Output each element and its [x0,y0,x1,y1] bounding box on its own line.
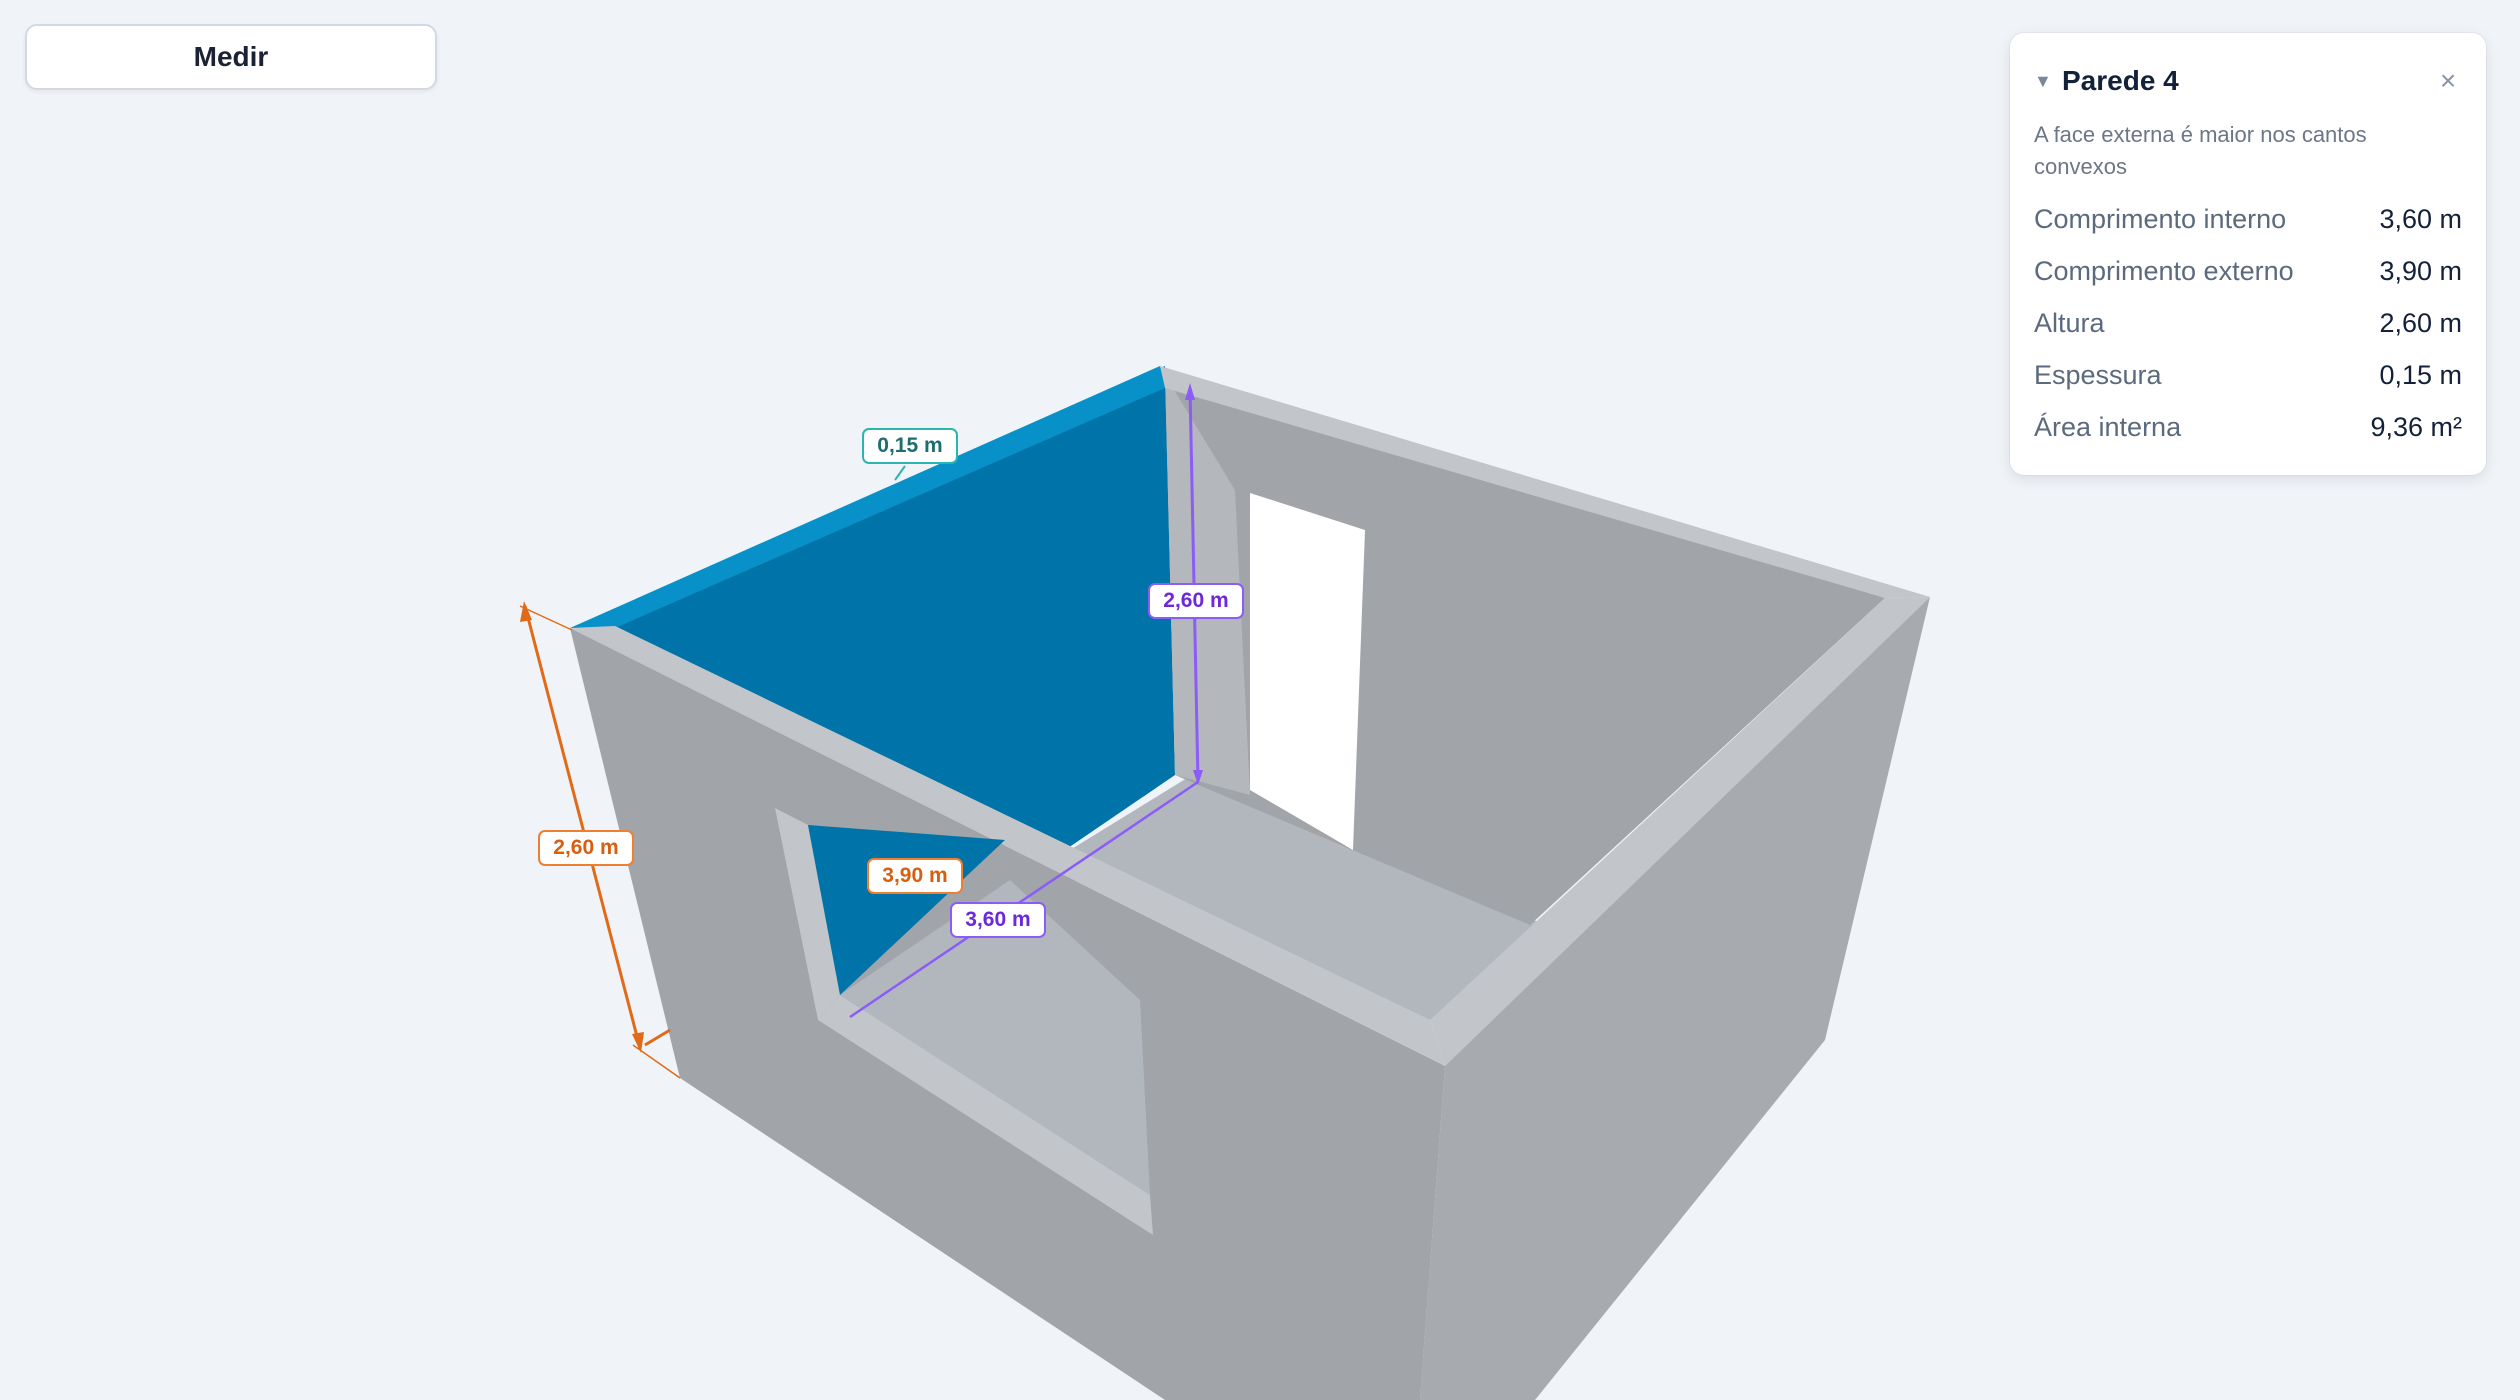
panel-header: ▼ Parede 4 × [2034,61,2462,101]
door-opening [1250,493,1365,850]
property-label: Comprimento externo [2034,255,2294,286]
property-label: Área interna [2034,411,2182,442]
panel-note: A face externa é maior nos cantos convex… [2034,122,2367,179]
thickness-dimension-leader [894,465,906,481]
outer-length-dimension-tick [644,1028,671,1047]
property-label: Comprimento interno [2034,203,2287,234]
property-value: 2,60 m [2379,307,2462,338]
property-value: 9,36 m² [2370,411,2462,442]
inner-height-dimension-label[interactable]: 2,60 m [1148,583,1244,619]
property-label: Espessura [2034,359,2162,390]
outer-height-arrow-bottom [632,1032,644,1053]
thickness-dimension-label[interactable]: 0,15 m [862,428,958,464]
property-value: 0,15 m [2379,359,2462,390]
outer-length-dimension-label[interactable]: 3,90 m [867,858,963,894]
wall-info-panel: ▼ Parede 4 × A face externa é maior nos … [2010,33,2486,475]
measure-button[interactable]: Medir [25,24,437,90]
panel-title: Parede 4 [2062,65,2179,96]
property-row: Altura 2,60 m [2034,297,2462,349]
property-row: Comprimento interno 3,60 m [2034,193,2462,245]
property-row: Espessura 0,15 m [2034,349,2462,401]
outer-height-dimension-label[interactable]: 2,60 m [538,830,634,866]
property-value: 3,60 m [2379,203,2462,234]
property-row: Área interna 9,36 m² [2034,401,2462,453]
inner-length-dimension-label[interactable]: 3,60 m [950,902,1046,938]
outer-height-extension-bottom [632,1044,681,1079]
property-label: Altura [2034,307,2105,338]
wall-properties-list: Comprimento interno 3,60 m Comprimento e… [2034,193,2462,453]
property-value: 3,90 m [2379,255,2462,286]
chevron-down-icon[interactable]: ▼ [2034,71,2062,92]
property-row: Comprimento externo 3,90 m [2034,245,2462,297]
close-icon[interactable]: × [2434,65,2462,97]
